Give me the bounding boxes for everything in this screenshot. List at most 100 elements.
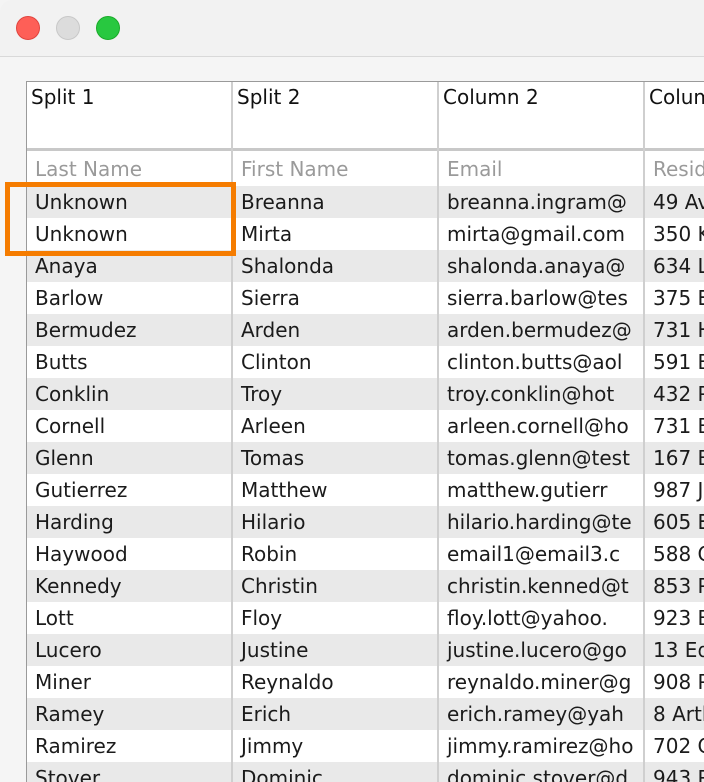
cell-email[interactable]: reynaldo.miner@g <box>439 666 643 698</box>
table-row[interactable]: Gutierrez Matthew matthew.gutierr 987 J <box>27 474 704 506</box>
cell-first-name[interactable]: Jimmy <box>233 730 437 762</box>
cell-first-name[interactable]: Tomas <box>233 442 437 474</box>
cell-residence[interactable]: 588 C <box>645 538 704 570</box>
cell-residence[interactable]: 13 Ed <box>645 634 704 666</box>
header-column-2[interactable]: Column 2 <box>439 82 643 148</box>
cell-last-name[interactable]: Ramirez <box>27 730 231 762</box>
cell-last-name[interactable]: Lucero <box>27 634 231 666</box>
cell-email[interactable]: justine.lucero@go <box>439 634 643 666</box>
cell-first-name[interactable]: Breanna <box>233 186 437 218</box>
cell-last-name[interactable]: Harding <box>27 506 231 538</box>
column-divider[interactable] <box>643 82 645 782</box>
cell-residence[interactable]: 731 B <box>645 410 704 442</box>
cell-email[interactable]: clinton.butts@aol <box>439 346 643 378</box>
cell-last-name[interactable]: Cornell <box>27 410 231 442</box>
table-row[interactable]: Miner Reynaldo reynaldo.miner@g 908 P <box>27 666 704 698</box>
cell-residence[interactable]: 8 Arth <box>645 698 704 730</box>
table-row[interactable]: StoverDominicdominic.stover@d943 R <box>27 762 704 782</box>
close-window-button[interactable] <box>16 16 40 40</box>
cell-first-name[interactable]: Christin <box>233 570 437 602</box>
table-row[interactable]: Unknown Breanna breanna.ingram@ 49 Av <box>27 186 704 218</box>
cell-residence[interactable]: 908 P <box>645 666 704 698</box>
table-row[interactable]: UnknownMirtamirta@gmail.com350 K <box>27 218 704 250</box>
cell-first-name[interactable]: Matthew <box>233 474 437 506</box>
table-row[interactable]: RamirezJimmyjimmy.ramirez@ho702 C <box>27 730 704 762</box>
cell-first-name[interactable]: Arden <box>233 314 437 346</box>
table-row[interactable]: Anaya Shalonda shalonda.anaya@ 634 L <box>27 250 704 282</box>
cell-residence[interactable]: 923 B <box>645 602 704 634</box>
cell-email[interactable]: dominic.stover@d <box>439 762 643 782</box>
cell-last-name[interactable]: Haywood <box>27 538 231 570</box>
cell-residence[interactable]: 375 E <box>645 282 704 314</box>
table-row[interactable]: HardingHilariohilario.harding@te605 E <box>27 506 704 538</box>
table-row[interactable]: ButtsClintonclinton.butts@aol591 B <box>27 346 704 378</box>
table-row[interactable]: GlennTomastomas.glenn@test167 B <box>27 442 704 474</box>
cell-residence[interactable]: 591 B <box>645 346 704 378</box>
cell-email[interactable]: hilario.harding@te <box>439 506 643 538</box>
column-divider[interactable] <box>437 82 439 782</box>
cell-first-name[interactable]: Mirta <box>233 218 437 250</box>
cell-email[interactable]: floy.lott@yahoo. <box>439 602 643 634</box>
cell-first-name[interactable]: Hilario <box>233 506 437 538</box>
cell-residence[interactable]: 350 K <box>645 218 704 250</box>
minimize-window-button[interactable] <box>56 16 80 40</box>
cell-first-name[interactable]: Floy <box>233 602 437 634</box>
cell-first-name[interactable]: Reynaldo <box>233 666 437 698</box>
cell-last-name[interactable]: Ramey <box>27 698 231 730</box>
cell-email[interactable]: email1@email3.c <box>439 538 643 570</box>
header-split-2[interactable]: Split 2 <box>233 82 437 148</box>
cell-last-name[interactable]: Butts <box>27 346 231 378</box>
cell-residence[interactable]: 167 B <box>645 442 704 474</box>
cell-residence[interactable]: 987 J <box>645 474 704 506</box>
table-row[interactable]: LuceroJustinejustine.lucero@go13 Ed <box>27 634 704 666</box>
header-column-3[interactable]: Colum <box>645 82 704 148</box>
cell-first-name[interactable]: Shalonda <box>233 250 437 282</box>
table-row[interactable]: HaywoodRobinemail1@email3.c588 C <box>27 538 704 570</box>
cell-last-name[interactable]: Kennedy <box>27 570 231 602</box>
cell-email[interactable]: matthew.gutierr <box>439 474 643 506</box>
table-row[interactable]: Kennedy Christin christin.kenned@t 853 P <box>27 570 704 602</box>
cell-email[interactable]: arleen.cornell@ho <box>439 410 643 442</box>
cell-email[interactable]: troy.conklin@hot <box>439 378 643 410</box>
cell-email[interactable]: arden.bermudez@ <box>439 314 643 346</box>
cell-first-name[interactable]: Clinton <box>233 346 437 378</box>
cell-email[interactable]: mirta@gmail.com <box>439 218 643 250</box>
cell-email[interactable]: sierra.barlow@tes <box>439 282 643 314</box>
cell-last-name[interactable]: Unknown <box>27 218 231 250</box>
table-row[interactable]: LottFloyfloy.lott@yahoo.923 B <box>27 602 704 634</box>
cell-last-name[interactable]: Anaya <box>27 250 231 282</box>
header-split-1[interactable]: Split 1 <box>27 82 231 148</box>
cell-residence[interactable]: 731 H <box>645 314 704 346</box>
cell-first-name[interactable]: Justine <box>233 634 437 666</box>
cell-first-name[interactable]: Erich <box>233 698 437 730</box>
cell-last-name[interactable]: Bermudez <box>27 314 231 346</box>
cell-first-name[interactable]: Sierra <box>233 282 437 314</box>
cell-residence[interactable]: 605 E <box>645 506 704 538</box>
cell-last-name[interactable]: Lott <box>27 602 231 634</box>
cell-email[interactable]: jimmy.ramirez@ho <box>439 730 643 762</box>
cell-first-name[interactable]: Troy <box>233 378 437 410</box>
table-row[interactable]: BarlowSierrasierra.barlow@tes375 E <box>27 282 704 314</box>
cell-residence[interactable]: 853 P <box>645 570 704 602</box>
cell-email[interactable]: breanna.ingram@ <box>439 186 643 218</box>
cell-last-name[interactable]: Glenn <box>27 442 231 474</box>
cell-residence[interactable]: 943 R <box>645 762 704 782</box>
table-row[interactable]: RameyEricherich.ramey@yah8 Arth <box>27 698 704 730</box>
data-table[interactable]: Split 1 Split 2 Column 2 Colum Last Name… <box>26 81 704 782</box>
cell-last-name[interactable]: Miner <box>27 666 231 698</box>
cell-last-name[interactable]: Conklin <box>27 378 231 410</box>
cell-email[interactable]: tomas.glenn@test <box>439 442 643 474</box>
cell-residence[interactable]: 49 Av <box>645 186 704 218</box>
zoom-window-button[interactable] <box>96 16 120 40</box>
cell-first-name[interactable]: Robin <box>233 538 437 570</box>
cell-email[interactable]: shalonda.anaya@ <box>439 250 643 282</box>
table-row[interactable]: CornellArleenarleen.cornell@ho731 B <box>27 410 704 442</box>
table-row[interactable]: BermudezArdenarden.bermudez@731 H <box>27 314 704 346</box>
cell-last-name[interactable]: Gutierrez <box>27 474 231 506</box>
column-divider[interactable] <box>231 82 233 782</box>
cell-email[interactable]: erich.ramey@yah <box>439 698 643 730</box>
cell-last-name[interactable]: Barlow <box>27 282 231 314</box>
cell-email[interactable]: christin.kenned@t <box>439 570 643 602</box>
cell-first-name[interactable]: Dominic <box>233 762 437 782</box>
cell-residence[interactable]: 702 C <box>645 730 704 762</box>
